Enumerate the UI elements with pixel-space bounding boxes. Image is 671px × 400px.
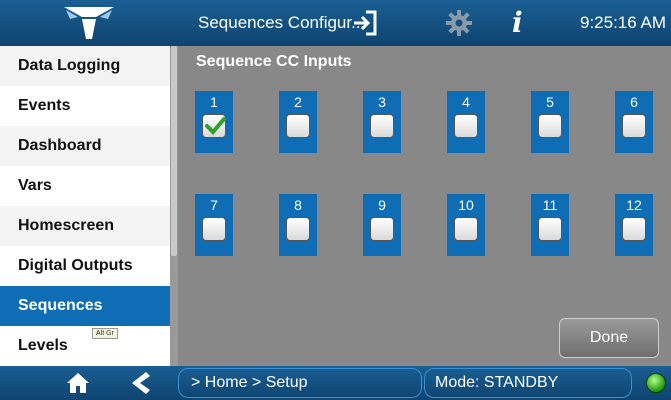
cc-input-checkbox[interactable] <box>454 114 478 138</box>
sidebar-item-vars[interactable]: Vars <box>0 166 170 206</box>
cc-input-9[interactable]: 9 <box>363 194 401 256</box>
home-icon[interactable] <box>66 372 90 399</box>
cc-input-label: 7 <box>210 197 218 213</box>
main-panel: Sequence CC Inputs 1 2 3 4 5 6 7 8 9 10 11 12 Done <box>178 46 671 366</box>
cc-input-label: 12 <box>626 197 642 213</box>
cc-input-checkbox[interactable] <box>370 217 394 241</box>
status-led-icon <box>646 373 666 393</box>
cc-input-checkbox[interactable] <box>538 217 562 241</box>
cc-input-3[interactable]: 3 <box>363 91 401 153</box>
keyboard-badge: Alt Gr <box>92 328 118 339</box>
page-title: Sequences Configur... <box>198 13 366 32</box>
cc-input-label: 6 <box>630 94 638 110</box>
cc-input-label: 1 <box>210 94 218 110</box>
cc-input-checkbox[interactable] <box>202 217 226 241</box>
cc-input-label: 11 <box>542 197 558 213</box>
cc-input-label: 2 <box>294 94 302 110</box>
cc-input-checkbox[interactable] <box>202 114 226 138</box>
sidebar-item-data-logging[interactable]: Data Logging <box>0 46 170 86</box>
top-bar: Sequences Configur... i 9:25:16 AM <box>0 0 671 46</box>
cc-input-label: 10 <box>458 197 474 213</box>
cc-input-label: 9 <box>378 197 386 213</box>
cc-input-label: 3 <box>378 94 386 110</box>
cc-input-4[interactable]: 4 <box>447 91 485 153</box>
sidebar-item-homescreen[interactable]: Homescreen <box>0 206 170 246</box>
cc-input-1[interactable]: 1 <box>195 91 233 153</box>
exit-icon[interactable] <box>351 9 379 42</box>
cc-input-10[interactable]: 10 <box>447 194 485 256</box>
clock: 9:25:16 AM <box>580 13 667 32</box>
sidebar-item-levels[interactable]: Levels Alt Gr <box>0 326 170 366</box>
logo <box>0 0 178 46</box>
cc-input-checkbox[interactable] <box>622 217 646 241</box>
mode-status: Mode: STANDBY <box>424 368 632 398</box>
cc-input-checkbox[interactable] <box>370 114 394 138</box>
cc-input-label: 4 <box>462 94 470 110</box>
sidebar: Data Logging Events Dashboard Vars Homes… <box>0 46 178 366</box>
bottom-bar: > Home > Setup Mode: STANDBY <box>0 366 671 400</box>
sidebar-item-dashboard[interactable]: Dashboard <box>0 126 170 166</box>
cc-input-6[interactable]: 6 <box>615 91 653 153</box>
cc-input-12[interactable]: 12 <box>615 194 653 256</box>
cc-input-label: 5 <box>546 94 554 110</box>
info-icon[interactable]: i <box>512 6 523 39</box>
section-title: Sequence CC Inputs <box>196 53 352 70</box>
sidebar-item-sequences[interactable]: Sequences <box>0 286 170 326</box>
back-icon[interactable] <box>128 371 152 400</box>
cc-input-checkbox[interactable] <box>454 217 478 241</box>
teledyne-logo-icon <box>64 7 114 39</box>
cc-input-11[interactable]: 11 <box>531 194 569 256</box>
cc-input-checkbox[interactable] <box>622 114 646 138</box>
cc-input-2[interactable]: 2 <box>279 91 317 153</box>
cc-input-checkbox[interactable] <box>286 217 310 241</box>
sidebar-item-digital-outputs[interactable]: Digital Outputs <box>0 246 170 286</box>
cc-input-5[interactable]: 5 <box>531 91 569 153</box>
gear-icon[interactable] <box>445 9 473 42</box>
sidebar-scroll-thumb[interactable] <box>171 46 177 256</box>
done-button[interactable]: Done <box>559 318 659 358</box>
cc-input-checkbox[interactable] <box>538 114 562 138</box>
sidebar-item-events[interactable]: Events <box>0 86 170 126</box>
checkmark-icon <box>205 117 226 135</box>
breadcrumb[interactable]: > Home > Setup <box>178 368 422 398</box>
cc-input-label: 8 <box>294 197 302 213</box>
cc-input-7[interactable]: 7 <box>195 194 233 256</box>
cc-input-checkbox[interactable] <box>286 114 310 138</box>
cc-input-8[interactable]: 8 <box>279 194 317 256</box>
